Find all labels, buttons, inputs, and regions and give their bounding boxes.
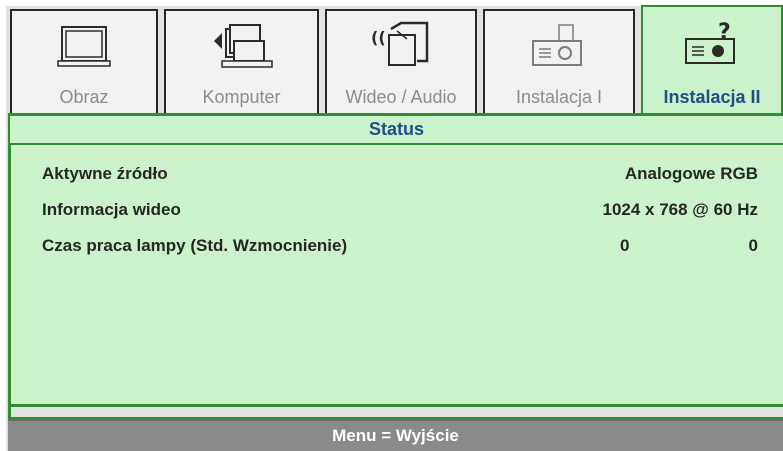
footer-hint: Menu = Wyjście [8,420,783,451]
tab-label: Komputer [202,87,281,107]
tab-komputer[interactable]: Komputer [164,9,319,113]
tab-wideo-audio[interactable]: (( Wideo / Audio [325,9,477,113]
row-value: Analogowe RGB [624,164,758,183]
row-label: Informacja wideo [42,200,181,219]
tab-instalacja-2[interactable]: ? Instalacja II [641,5,783,115]
video-audio-icon: (( [371,21,429,66]
projector-icon [532,24,582,66]
svg-text:((: (( [371,28,386,47]
row-active-source[interactable]: Aktywne źródło Analogowe RGB [42,164,783,190]
projector-help-icon: ? [685,20,735,64]
osd-screen: Obraz Komputer (( Wideo / Audio Instalac… [0,0,783,451]
tab-label: Obraz [59,87,109,107]
tab-obraz[interactable]: Obraz [10,9,158,113]
row-value-b: 0 [748,236,758,255]
computer-icon [213,24,273,68]
tab-label: Wideo / Audio [345,87,457,107]
row-value-a: 0 [620,236,630,255]
tab-label: Instalacja I [515,87,603,107]
monitor-icon [57,26,111,67]
tab-instalacja-1[interactable]: Instalacja I [483,9,635,113]
row-lamp-time[interactable]: Czas praca lampy (Std. Wzmocnienie) 0 0 [42,236,783,262]
tab-label: Instalacja II [663,87,761,107]
row-label: Aktywne źródło [42,164,168,183]
row-label: Czas praca lampy (Std. Wzmocnienie) [42,236,348,255]
row-video-info[interactable]: Informacja wideo 1024 x 768 @ 60 Hz [42,200,783,226]
panel-bottom-gap [11,407,783,417]
row-value: 1024 x 768 @ 60 Hz [602,200,758,219]
section-title: Status [10,116,783,145]
